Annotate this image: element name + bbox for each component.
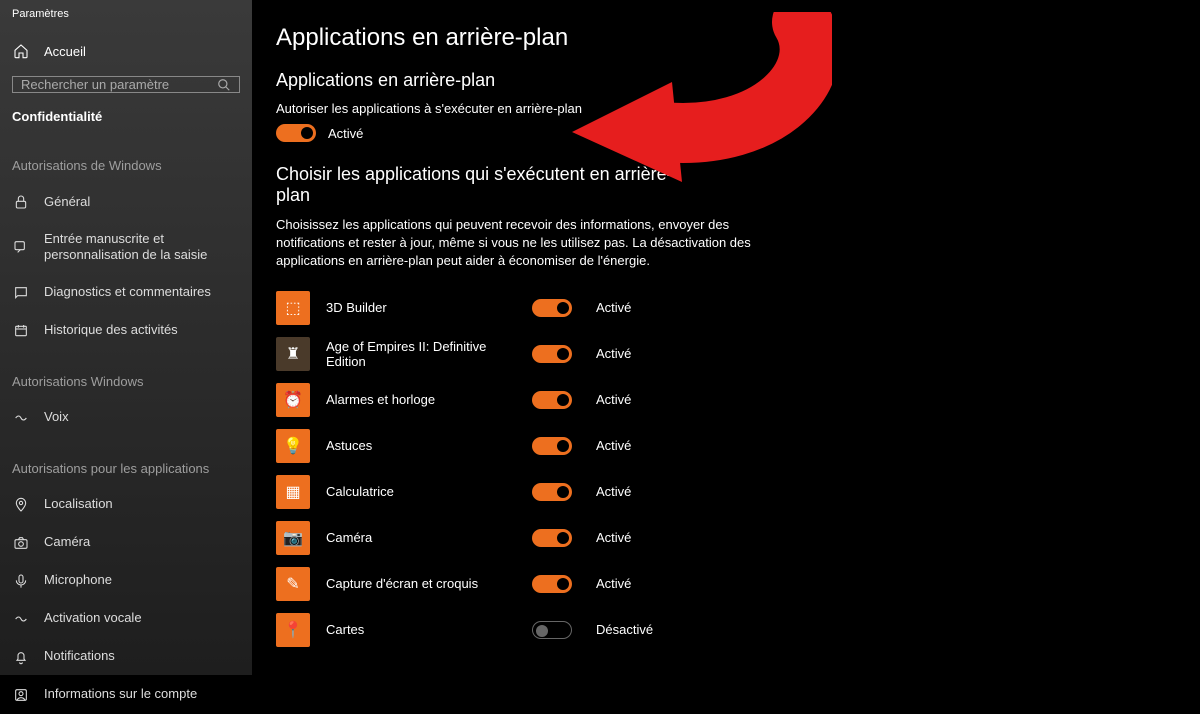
sidebar-item-g-n-ral[interactable]: Général	[0, 183, 252, 221]
speech-icon	[12, 238, 30, 256]
sidebar-item-entr-e-manuscrite-et-personnal[interactable]: Entrée manuscrite et personnalisation de…	[0, 221, 252, 274]
app-toggle[interactable]	[532, 483, 572, 501]
sidebar-item-label: Activation vocale	[44, 610, 142, 626]
history-icon	[12, 322, 30, 340]
app-icon: 💡	[276, 429, 310, 463]
home-label: Accueil	[44, 44, 86, 59]
search-input-container[interactable]	[12, 76, 240, 93]
sidebar-item-label: Diagnostics et commentaires	[44, 284, 211, 300]
app-row: 📷 Caméra Activé	[276, 515, 1176, 561]
app-toggle[interactable]	[532, 345, 572, 363]
sidebar-item-label: Microphone	[44, 572, 112, 588]
sidebar-item-diagnostics-et-commentaires[interactable]: Diagnostics et commentaires	[0, 274, 252, 312]
app-name-label: Cartes	[326, 622, 516, 637]
app-icon: ⬚	[276, 291, 310, 325]
sidebar-item-microphone[interactable]: Microphone	[0, 562, 252, 600]
app-toggle[interactable]	[532, 529, 572, 547]
sidebar-item-activation-vocale[interactable]: Activation vocale	[0, 600, 252, 638]
app-toggle-state: Activé	[596, 576, 631, 591]
group-label-windows-auth-2: Autorisations Windows	[0, 350, 252, 399]
camera-icon	[12, 534, 30, 552]
app-toggle-state: Activé	[596, 392, 631, 407]
sidebar-item-voix[interactable]: Voix	[0, 399, 252, 437]
sidebar-item-historique-des-activit-s[interactable]: Historique des activités	[0, 312, 252, 350]
sidebar: Paramètres Accueil Confidentialité Autor…	[0, 0, 252, 675]
app-row: 📍 Cartes Désactivé	[276, 607, 1176, 653]
search-icon	[217, 78, 231, 92]
main-content: Applications en arrière-plan Application…	[252, 0, 1200, 675]
sidebar-item-label: Général	[44, 194, 90, 210]
sidebar-item-label: Localisation	[44, 496, 113, 512]
app-icon: ♜	[276, 337, 310, 371]
app-list: ⬚ 3D Builder Activé ♜ Age of Empires II: Def…	[276, 285, 1176, 653]
home-icon	[12, 42, 30, 60]
app-toggle-state: Activé	[596, 530, 631, 545]
app-row: 💡 Astuces Activé	[276, 423, 1176, 469]
location-icon	[12, 496, 30, 514]
app-toggle[interactable]	[532, 299, 572, 317]
search-input[interactable]	[21, 77, 217, 92]
master-toggle[interactable]	[276, 124, 316, 142]
bell-icon	[12, 648, 30, 666]
sidebar-item-label: Voix	[44, 409, 69, 425]
app-toggle[interactable]	[532, 575, 572, 593]
app-icon: ✎	[276, 567, 310, 601]
app-icon: 📍	[276, 613, 310, 647]
app-row: ▦ Calculatrice Activé	[276, 469, 1176, 515]
app-name-label: Astuces	[326, 438, 516, 453]
app-row: ⬚ 3D Builder Activé	[276, 285, 1176, 331]
app-name-label: Calculatrice	[326, 484, 516, 499]
sidebar-item-label: Caméra	[44, 534, 90, 550]
voice-icon	[12, 610, 30, 628]
app-name-label: Capture d'écran et croquis	[326, 576, 516, 591]
app-row: ⏰ Alarmes et horloge Activé	[276, 377, 1176, 423]
group-label-app-auth: Autorisations pour les applications	[0, 437, 252, 486]
allow-background-label: Autoriser les applications à s'exécuter …	[276, 101, 1176, 116]
app-toggle-state: Activé	[596, 484, 631, 499]
sidebar-item-label: Informations sur le compte	[44, 686, 197, 702]
account-icon	[12, 686, 30, 704]
app-row: ♜ Age of Empires II: Definitive Edition Ac…	[276, 331, 1176, 377]
app-toggle[interactable]	[532, 621, 572, 639]
current-section-label: Confidentialité	[0, 109, 252, 134]
section-choose-apps-title: Choisir les applications qui s'exécutent…	[276, 164, 676, 206]
app-toggle[interactable]	[532, 391, 572, 409]
app-name-label: Caméra	[326, 530, 516, 545]
section-background-apps-title: Applications en arrière-plan	[276, 70, 1176, 91]
app-icon: ▦	[276, 475, 310, 509]
window-title: Paramètres	[0, 8, 252, 34]
app-toggle-state: Activé	[596, 300, 631, 315]
app-toggle[interactable]	[532, 437, 572, 455]
lock-icon	[12, 193, 30, 211]
voice-icon	[12, 409, 30, 427]
page-title: Applications en arrière-plan	[276, 24, 1176, 52]
mic-icon	[12, 572, 30, 590]
sidebar-item-label: Notifications	[44, 648, 115, 664]
group-label-windows-auth: Autorisations de Windows	[0, 134, 252, 183]
sidebar-item-informations-sur-le-compte[interactable]: Informations sur le compte	[0, 676, 252, 714]
app-icon: ⏰	[276, 383, 310, 417]
app-name-label: Alarmes et horloge	[326, 392, 516, 407]
sidebar-item-label: Entrée manuscrite et personnalisation de…	[44, 231, 240, 264]
app-toggle-state: Activé	[596, 346, 631, 361]
sidebar-item-cam-ra[interactable]: Caméra	[0, 524, 252, 562]
app-name-label: Age of Empires II: Definitive Edition	[326, 339, 516, 369]
feedback-icon	[12, 284, 30, 302]
app-icon: 📷	[276, 521, 310, 555]
app-row: ✎ Capture d'écran et croquis Activé	[276, 561, 1176, 607]
section-choose-apps-desc: Choisissez les applications qui peuvent …	[276, 216, 796, 271]
master-toggle-state: Activé	[328, 126, 363, 141]
app-toggle-state: Désactivé	[596, 622, 653, 637]
sidebar-item-label: Historique des activités	[44, 322, 178, 338]
sidebar-item-localisation[interactable]: Localisation	[0, 486, 252, 524]
app-name-label: 3D Builder	[326, 300, 516, 315]
app-toggle-state: Activé	[596, 438, 631, 453]
sidebar-item-notifications[interactable]: Notifications	[0, 638, 252, 676]
home-button[interactable]: Accueil	[0, 34, 252, 68]
